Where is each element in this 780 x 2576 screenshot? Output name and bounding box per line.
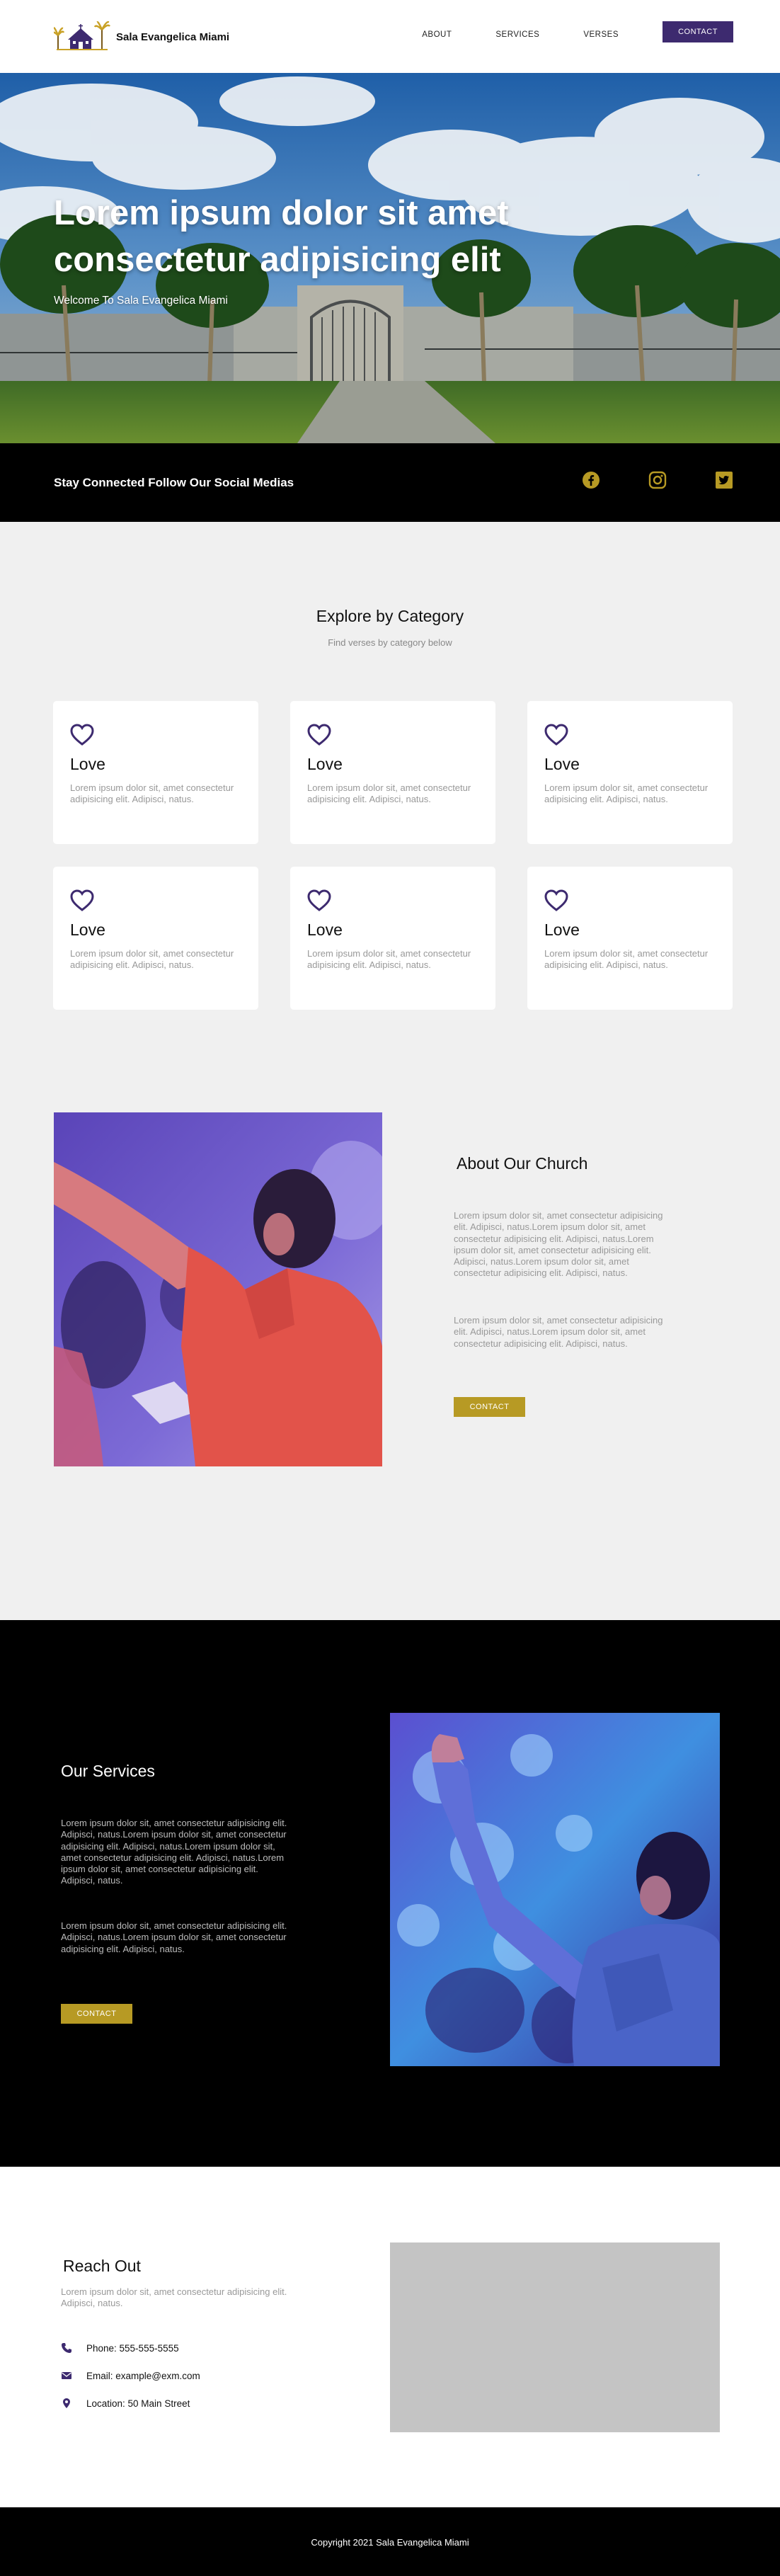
heart-icon — [544, 889, 568, 911]
social-icons — [534, 471, 733, 489]
nav-link-about[interactable]: ABOUT — [422, 30, 452, 39]
category-card[interactable]: Love Lorem ipsum dolor sit, amet consect… — [527, 867, 733, 1010]
social-text: Stay Connected Follow Our Social Medias — [54, 476, 294, 489]
email-row: Email: example@exm.com — [61, 2370, 200, 2381]
reach-out-title: Reach Out — [63, 2257, 141, 2275]
services-section: Our Services Lorem ipsum dolor sit, amet… — [0, 1620, 780, 2167]
about-contact-button[interactable]: CONTACT — [454, 1397, 525, 1417]
footer: Copyright 2021 Sala Evangelica Miami — [0, 2507, 780, 2576]
card-text: Lorem ipsum dolor sit, amet consectetur … — [70, 782, 234, 804]
hero-subtitle: Welcome To Sala Evangelica Miami — [54, 295, 228, 307]
social-bar: Stay Connected Follow Our Social Medias — [0, 443, 780, 522]
services-paragraph: Lorem ipsum dolor sit, amet consectetur … — [61, 1920, 287, 1954]
explore-subtitle: Find verses by category below — [328, 637, 452, 648]
church-logo-icon — [54, 21, 110, 50]
about-church-image — [54, 1112, 382, 1466]
email-text: Email: example@exm.com — [86, 2370, 200, 2381]
about-paragraph: Lorem ipsum dolor sit, amet consectetur … — [454, 1210, 663, 1279]
copyright-text: Copyright 2021 Sala Evangelica Miami — [311, 2537, 469, 2548]
card-text: Lorem ipsum dolor sit, amet consectetur … — [307, 782, 471, 804]
explore-title: Explore by Category — [316, 607, 464, 625]
map-placeholder[interactable] — [390, 2242, 720, 2432]
card-title: Love — [307, 921, 343, 939]
heart-icon — [70, 889, 94, 911]
category-card[interactable]: Love Lorem ipsum dolor sit, amet consect… — [290, 867, 495, 1010]
nav-contact-button[interactable]: CONTACT — [663, 21, 733, 42]
phone-row: Phone: 555-555-5555 — [61, 2342, 179, 2354]
card-text: Lorem ipsum dolor sit, amet consectetur … — [70, 948, 234, 970]
explore-section: Explore by Category Find verses by categ… — [0, 522, 780, 1620]
card-text: Lorem ipsum dolor sit, amet consectetur … — [544, 948, 709, 970]
heart-icon — [70, 724, 94, 746]
nav-link-services[interactable]: SERVICES — [495, 30, 539, 39]
phone-text: Phone: 555-555-5555 — [86, 2342, 179, 2354]
brand-name: Sala Evangelica Miami — [116, 30, 230, 43]
category-card[interactable]: Love Lorem ipsum dolor sit, amet consect… — [290, 701, 495, 844]
services-contact-button[interactable]: CONTACT — [61, 2004, 132, 2024]
nav-link-verses[interactable]: VERSES — [583, 30, 619, 39]
location-row: Location: 50 Main Street — [61, 2398, 190, 2409]
services-paragraph: Lorem ipsum dolor sit, amet consectetur … — [61, 1818, 287, 1886]
card-title: Love — [307, 755, 343, 773]
about-paragraph: Lorem ipsum dolor sit, amet consectetur … — [454, 1315, 663, 1349]
card-title: Love — [70, 755, 105, 773]
location-text: Location: 50 Main Street — [86, 2398, 190, 2409]
hero: Lorem ipsum dolor sit amet consectetur a… — [0, 73, 780, 443]
heart-icon — [307, 889, 331, 911]
phone-icon — [62, 2343, 71, 2353]
services-image — [390, 1713, 720, 2066]
facebook-icon[interactable] — [582, 471, 600, 489]
nav-links: ABOUT SERVICES VERSES CONTACT — [422, 21, 733, 42]
reach-out-text: Lorem ipsum dolor sit, amet consectetur … — [61, 2286, 287, 2309]
card-title: Love — [544, 921, 580, 939]
hero-title: Lorem ipsum dolor sit amet consectetur a… — [54, 194, 509, 279]
category-cards: Love Lorem ipsum dolor sit, amet consect… — [53, 701, 734, 1010]
card-text: Lorem ipsum dolor sit, amet consectetur … — [544, 782, 709, 804]
category-card[interactable]: Love Lorem ipsum dolor sit, amet consect… — [53, 701, 258, 844]
location-pin-icon — [63, 2398, 70, 2408]
instagram-icon[interactable] — [648, 471, 667, 489]
card-text: Lorem ipsum dolor sit, amet consectetur … — [307, 948, 471, 970]
navbar: Sala Evangelica Miami ABOUT SERVICES VER… — [0, 0, 780, 73]
about-title: About Our Church — [457, 1154, 588, 1173]
brand[interactable]: Sala Evangelica Miami — [54, 21, 229, 52]
card-title: Love — [70, 921, 105, 939]
category-card[interactable]: Love Lorem ipsum dolor sit, amet consect… — [527, 701, 733, 844]
heart-icon — [544, 724, 568, 746]
card-title: Love — [544, 755, 580, 773]
heart-icon — [307, 724, 331, 746]
envelope-icon — [62, 2372, 71, 2379]
services-title: Our Services — [61, 1762, 155, 1780]
twitter-icon[interactable] — [715, 471, 733, 489]
category-card[interactable]: Love Lorem ipsum dolor sit, amet consect… — [53, 867, 258, 1010]
reach-out-section: Reach Out Lorem ipsum dolor sit, amet co… — [0, 2167, 780, 2507]
